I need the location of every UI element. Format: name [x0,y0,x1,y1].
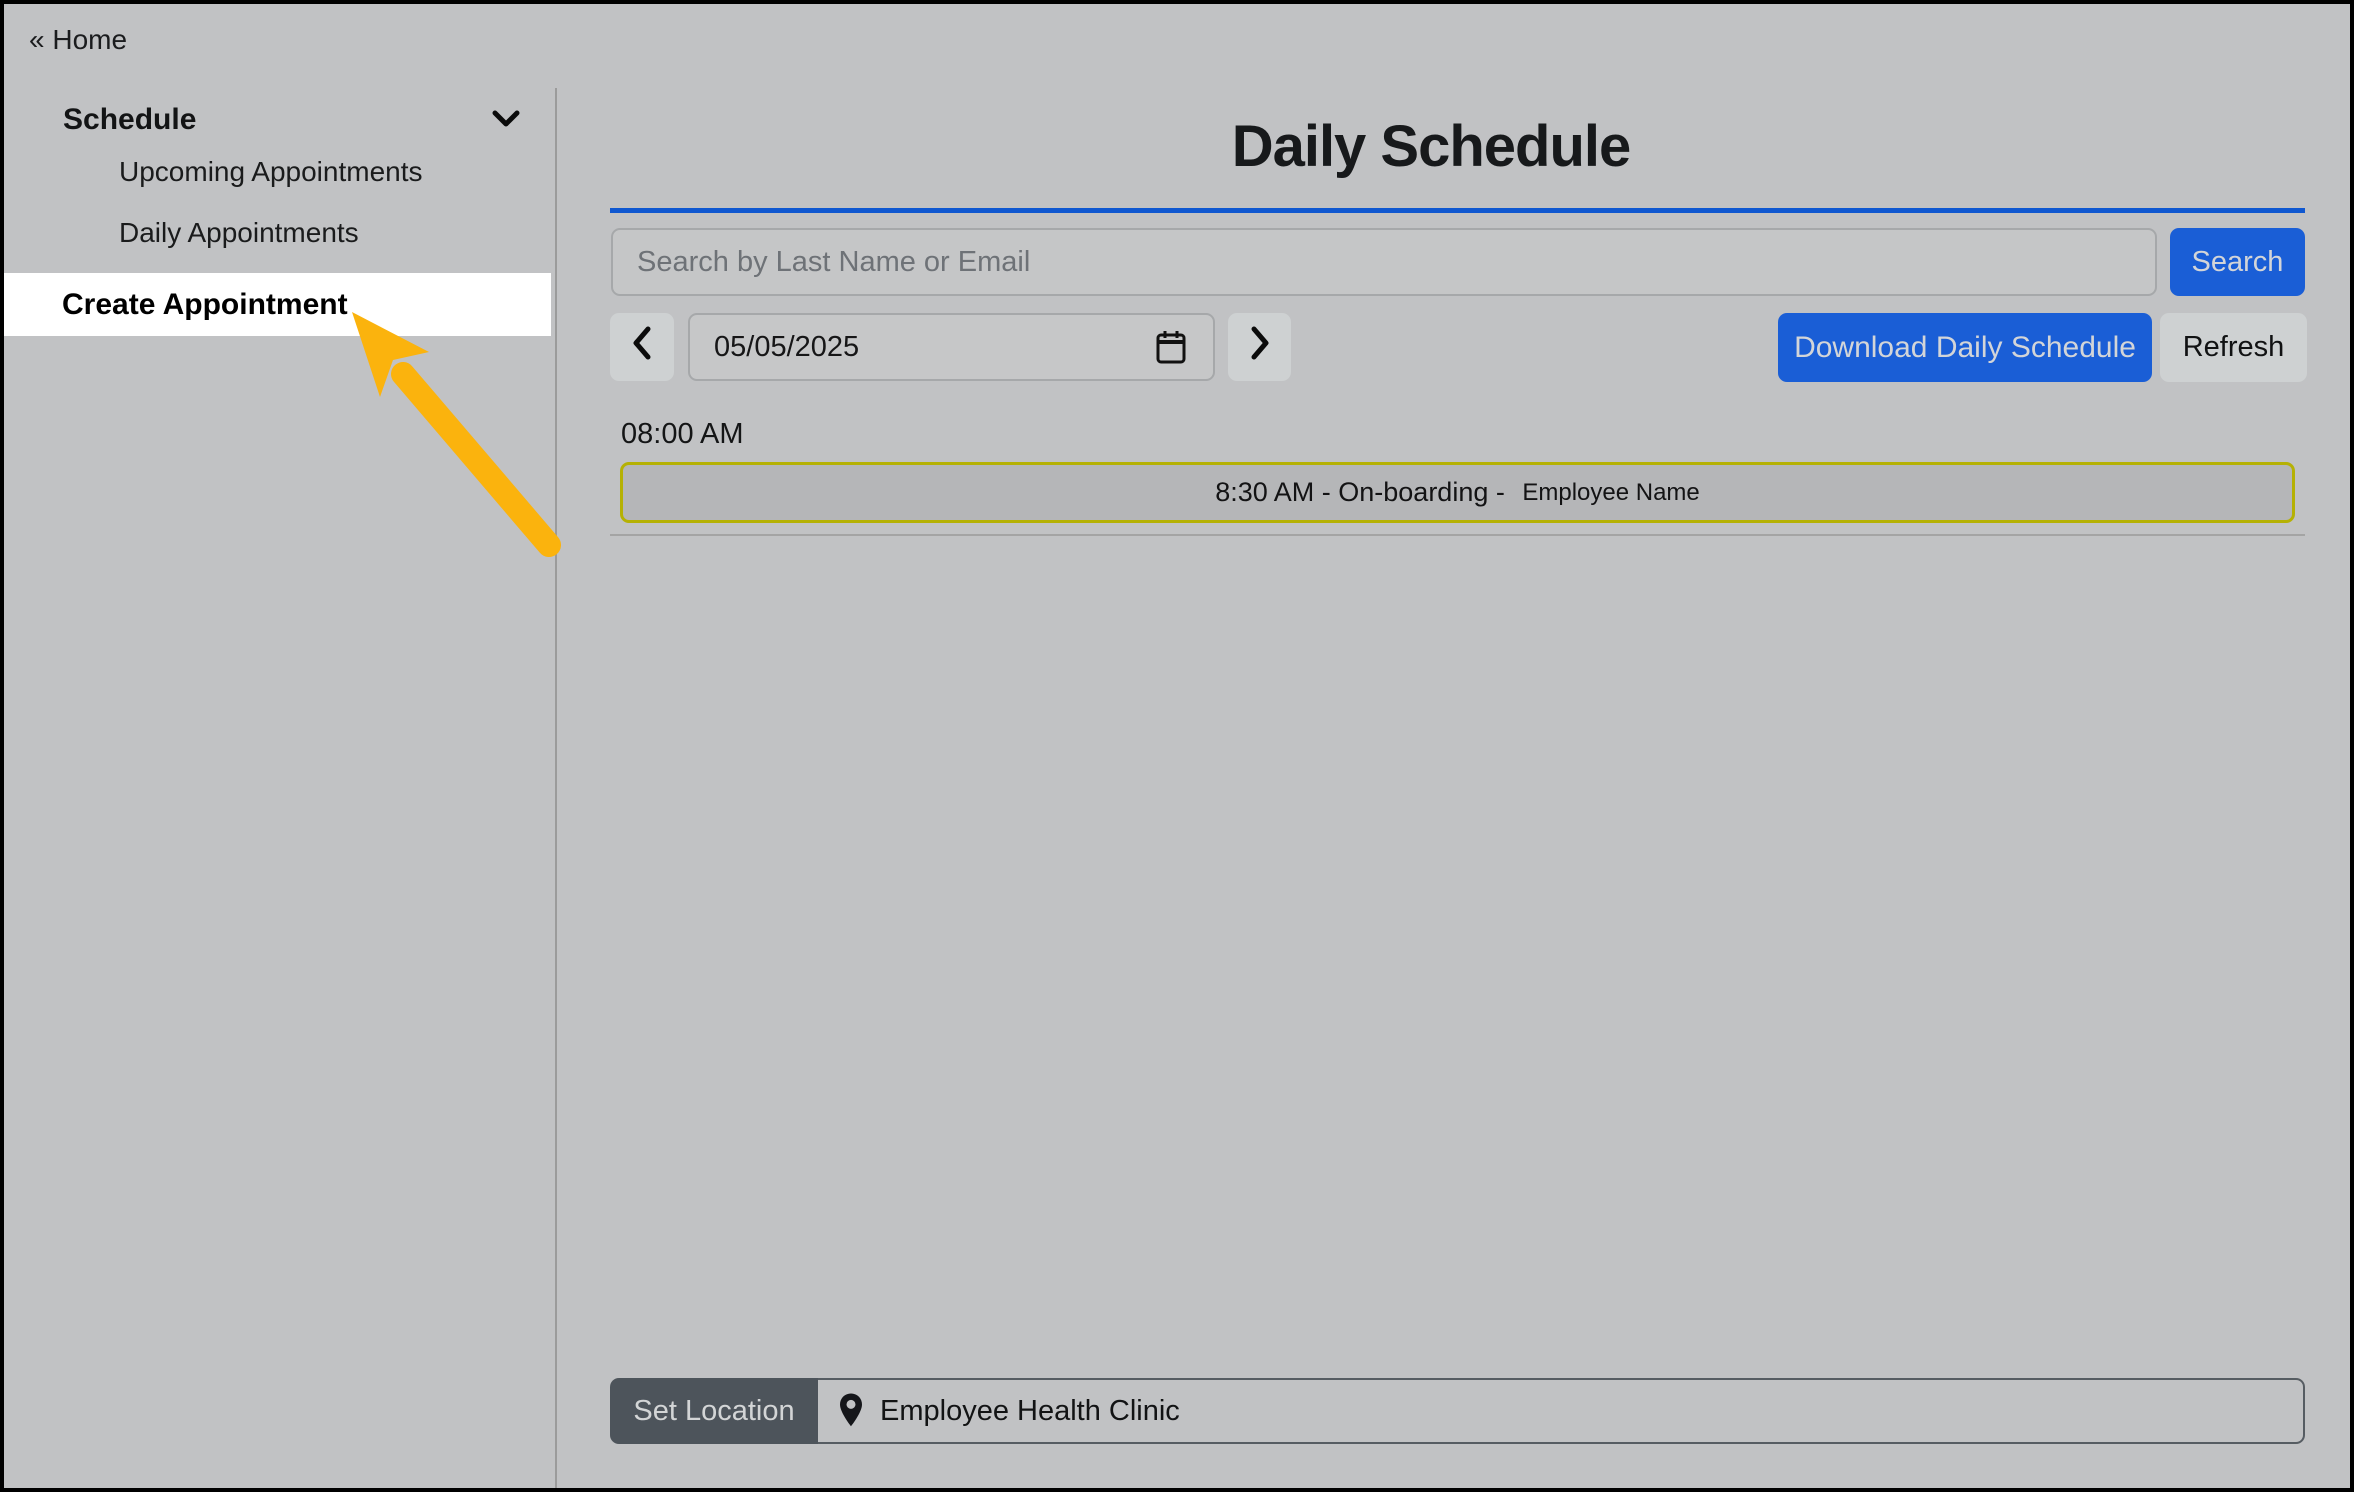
search-input[interactable] [611,228,2157,296]
chevron-down-icon [491,104,521,138]
search-button[interactable]: Search [2170,228,2305,296]
date-input[interactable]: 05/05/2025 [688,313,1215,381]
title-underline-rule [610,208,2305,213]
chevron-left-icon [631,325,653,369]
search-button-label: Search [2192,246,2284,279]
sidebar-item-daily-appointments[interactable]: Daily Appointments [119,213,359,253]
refresh-button[interactable]: Refresh [2160,313,2307,382]
date-value: 05/05/2025 [714,331,1155,364]
app-window: « Home Schedule Upcoming Appointments Da… [0,0,2354,1492]
sidebar-item-label: Daily Appointments [119,217,359,249]
location-value: Employee Health Clinic [880,1395,1180,1428]
schedule-list-divider [610,534,2305,536]
download-daily-schedule-button[interactable]: Download Daily Schedule [1778,313,2152,382]
calendar-icon[interactable] [1155,329,1187,365]
previous-day-button[interactable] [610,313,674,381]
appointment-employee-name: Employee Name [1522,479,1699,507]
location-pin-icon [836,1392,866,1430]
sidebar-item-label: Create Appointment [62,288,348,322]
sidebar-divider [555,88,557,1488]
sidebar-item-upcoming-appointments[interactable]: Upcoming Appointments [119,152,423,192]
appointment-entry[interactable]: 8:30 AM - On-boarding - Employee Name [620,462,2295,523]
sidebar-item-label: Upcoming Appointments [119,156,423,188]
chevron-right-icon [1249,325,1271,369]
sidebar-group-label: Schedule [63,103,196,137]
home-link[interactable]: « Home [29,24,127,56]
sidebar-item-create-appointment[interactable]: Create Appointment [0,273,551,336]
sidebar-group-schedule[interactable]: Schedule [63,101,523,139]
set-location-button[interactable]: Set Location [610,1378,818,1444]
download-button-label: Download Daily Schedule [1794,331,2136,365]
next-day-button[interactable] [1228,313,1291,381]
refresh-button-label: Refresh [2183,331,2285,364]
page-title: Daily Schedule [557,113,2305,179]
time-slot-label: 08:00 AM [621,418,744,451]
location-field[interactable]: Employee Health Clinic [818,1378,2305,1444]
set-location-label: Set Location [633,1395,794,1428]
appointment-text: 8:30 AM - On-boarding - [1215,477,1512,508]
